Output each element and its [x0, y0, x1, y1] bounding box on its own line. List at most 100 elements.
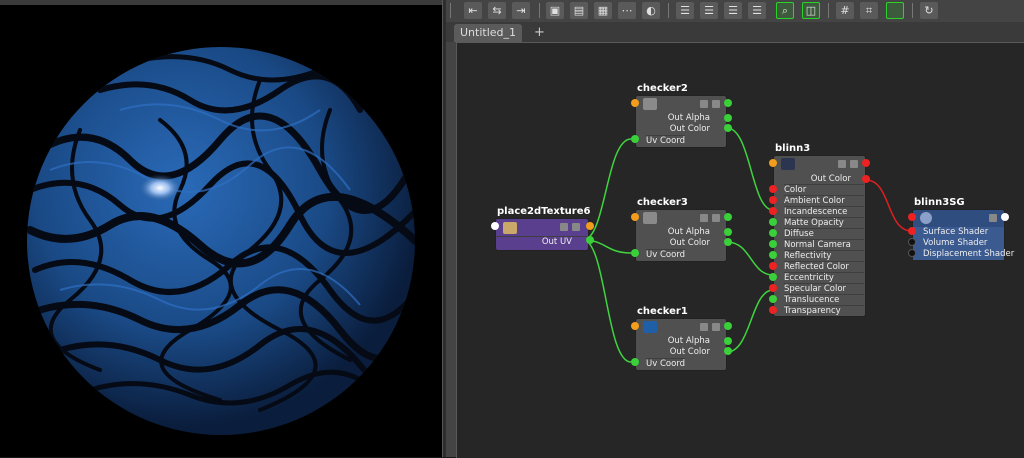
highlight-toggle-icon[interactable] [886, 2, 904, 19]
custom-view-icon[interactable]: ☰ [748, 2, 766, 19]
node-settings-icon[interactable] [712, 214, 720, 222]
port-volume-shader[interactable] [908, 238, 916, 246]
output-connections-icon[interactable]: ⇥ [512, 2, 530, 19]
blinn3-output-port[interactable] [862, 159, 870, 167]
shading-group-icon [920, 212, 932, 224]
checker3-out-alpha-port[interactable] [724, 228, 732, 236]
toolbar-separator [912, 3, 913, 18]
node-settings-icon[interactable] [712, 100, 720, 108]
checker2-output-port[interactable] [724, 99, 732, 107]
node-settings-icon[interactable] [850, 160, 858, 168]
checker1-node-title: checker1 [637, 306, 688, 317]
port-ambient-color[interactable] [769, 196, 777, 204]
port-reflected-color[interactable] [769, 262, 777, 270]
toolbar-separator [668, 3, 669, 18]
port-displacement-shader[interactable] [908, 249, 916, 257]
full-view-icon[interactable]: ☰ [724, 2, 742, 19]
checker3-node[interactable]: Out Alpha Out Color Uv Coord [635, 209, 727, 262]
port-specular-color[interactable] [769, 284, 777, 292]
checker1-output-port[interactable] [724, 322, 732, 330]
checker3-output-port[interactable] [724, 213, 732, 221]
checker3-input-port[interactable] [631, 213, 639, 221]
port-translucence[interactable] [769, 295, 777, 303]
blinn3-node-title: blinn3 [775, 143, 811, 154]
checker2-node[interactable]: Out Alpha Out Color Uv Coord [635, 95, 727, 148]
checker3-uv-coord-port[interactable] [631, 249, 639, 257]
blinn3-input-port[interactable] [769, 159, 777, 167]
port-color[interactable] [769, 185, 777, 193]
place2d-swatch-icon [503, 222, 517, 234]
node-expand-icon[interactable] [838, 160, 846, 168]
checker1-input-port[interactable] [631, 322, 639, 330]
tab-untitled-1[interactable]: Untitled_1 [454, 24, 522, 42]
checker3-node-title: checker3 [637, 197, 688, 208]
checker1-out-alpha: Out Alpha [667, 336, 710, 346]
node-settings-icon[interactable] [712, 323, 720, 331]
render-viewport[interactable] [0, 0, 442, 457]
checker-swatch-icon [643, 321, 657, 333]
port-normal-camera[interactable] [769, 240, 777, 248]
graph-layout-icon[interactable]: ▦ [594, 2, 612, 19]
checker1-out-color-port[interactable] [724, 347, 732, 355]
node-expand-icon[interactable] [700, 100, 708, 108]
input-output-connections-icon[interactable]: ⇆ [488, 2, 506, 19]
snap-to-grid-icon[interactable]: ⌗ [860, 2, 878, 19]
sync-icon[interactable]: ↻ [920, 2, 938, 19]
input-connections-icon[interactable]: ⇤ [464, 2, 482, 19]
blinn3sg-output-port[interactable] [1001, 213, 1009, 221]
checker1-out-alpha-port[interactable] [724, 337, 732, 345]
checker3-out-alpha: Out Alpha [667, 227, 710, 237]
port-diffuse[interactable] [769, 229, 777, 237]
port-transparency[interactable] [769, 306, 777, 314]
swatch-display-icon[interactable]: ◫ [802, 2, 820, 19]
checker2-out-alpha: Out Alpha [667, 113, 710, 123]
grid-toggle-icon[interactable]: # [836, 2, 854, 19]
add-tab-button[interactable]: + [534, 25, 545, 41]
port-reflectivity[interactable] [769, 251, 777, 259]
place2d-input-port[interactable] [491, 222, 499, 230]
node-settings-icon[interactable] [989, 214, 997, 222]
blinn3sg-input-port[interactable] [908, 213, 916, 221]
port-incandescence[interactable] [769, 207, 777, 215]
attr-displacement-shader: Displacement Shader [913, 249, 1014, 260]
blinn3-node[interactable]: Out Color Color Ambient Color Incandesce… [773, 155, 866, 317]
node-settings-icon[interactable] [572, 223, 580, 231]
blinn3-out-color-port[interactable] [862, 175, 870, 183]
checker-swatch-icon [643, 98, 657, 110]
port-eccentricity[interactable] [769, 273, 777, 281]
checker1-uv-coord-port[interactable] [631, 358, 639, 366]
place2d-texture-node[interactable]: Out UV [495, 218, 589, 251]
frame-all-icon[interactable]: ▣ [546, 2, 564, 19]
rendered-sphere [27, 47, 415, 435]
node-expand-icon[interactable] [700, 214, 708, 222]
search-icon[interactable]: ⌕ [776, 2, 794, 19]
checker2-out-color-port[interactable] [724, 124, 732, 132]
simple-view-icon[interactable]: ☰ [676, 2, 694, 19]
blinn-swatch-icon [781, 158, 795, 170]
blinn3sg-node[interactable]: Surface Shader Volume Shader Displacemen… [912, 209, 1014, 260]
checker2-out-alpha-port[interactable] [724, 114, 732, 122]
checker1-node[interactable]: Out Alpha Out Color Uv Coord [635, 318, 727, 371]
connected-view-icon[interactable]: ☰ [700, 2, 718, 19]
node-expand-icon[interactable] [560, 223, 568, 231]
blinn3sg-node-title: blinn3SG [914, 197, 965, 208]
toolbar-separator [450, 3, 451, 18]
frame-selection-icon[interactable]: ▤ [570, 2, 588, 19]
port-surface-shader[interactable] [908, 227, 916, 235]
checker2-uv-coord-port[interactable] [631, 135, 639, 143]
checker2-out-color: Out Color [669, 124, 710, 134]
attr-transparency: Transparency [784, 305, 864, 317]
out-uv-port[interactable] [586, 236, 594, 244]
checker2-node-title: checker2 [637, 83, 688, 94]
checker3-out-color-port[interactable] [724, 238, 732, 246]
toolbar-separator [828, 3, 829, 18]
checker2-input-port[interactable] [631, 99, 639, 107]
ports-icon[interactable]: ⋯ [618, 2, 636, 19]
attribute-filter-icon[interactable]: ◐ [642, 2, 660, 19]
node-expand-icon[interactable] [700, 323, 708, 331]
tab-bar: Untitled_1 + [446, 22, 1024, 42]
port-matte-opacity[interactable] [769, 218, 777, 226]
checker3-uv-coord: Uv Coord [646, 249, 686, 260]
out-uv-label: Out UV [496, 236, 588, 247]
place2d-output-port[interactable] [586, 222, 594, 230]
